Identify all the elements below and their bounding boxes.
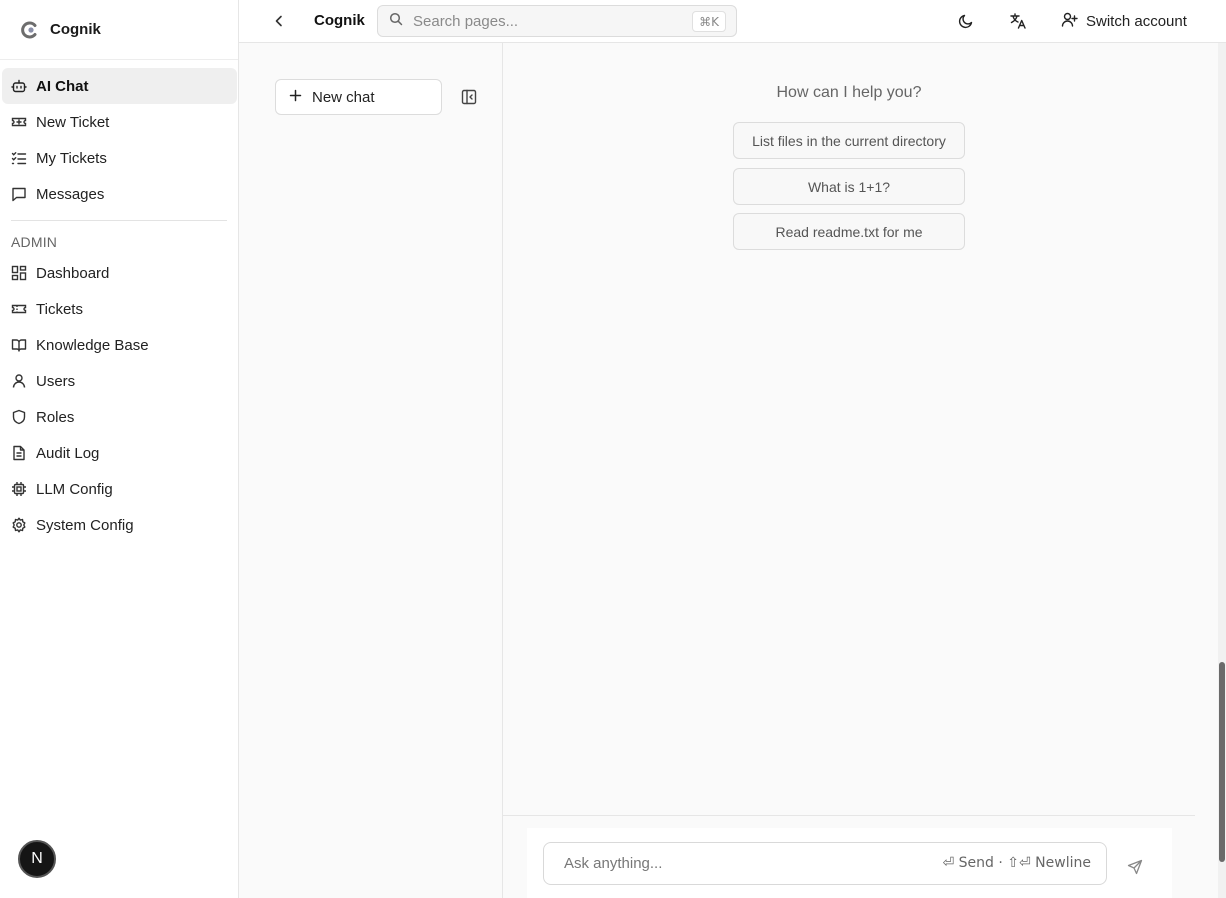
translate-icon[interactable] — [1008, 11, 1028, 31]
chat-input[interactable] — [564, 855, 924, 872]
sidebar-item-messages[interactable]: Messages — [2, 176, 237, 212]
switch-account-label: Switch account — [1086, 12, 1187, 30]
new-chat-label: New chat — [312, 88, 375, 106]
chat-main: How can I help you? List files in the cu… — [503, 43, 1226, 898]
shield-icon — [11, 409, 27, 425]
file-text-icon — [11, 445, 27, 461]
sidebar-item-label: Messages — [36, 185, 105, 203]
sidebar-item-label: My Tickets — [36, 149, 107, 167]
chat-list-panel: New chat — [239, 43, 503, 898]
sidebar-item-system-config[interactable]: System Config — [2, 507, 237, 543]
input-hint: ⏎ Send · ⇧⏎ Newline — [942, 855, 1091, 871]
cpu-icon — [11, 481, 27, 497]
sidebar: Cognik AI Chat New Ticket My Tickets Mes… — [0, 0, 239, 898]
sidebar-item-ai-chat[interactable]: AI Chat — [2, 68, 237, 104]
plus-icon — [289, 89, 302, 106]
search-icon — [389, 12, 403, 31]
search-input[interactable] — [413, 12, 673, 30]
page-title: Cognik — [314, 12, 365, 29]
moon-icon[interactable] — [956, 11, 976, 31]
list-checks-icon — [11, 150, 27, 166]
ticket-icon — [11, 301, 27, 317]
switch-account-button[interactable]: Switch account — [1061, 10, 1187, 32]
sidebar-item-llm-config[interactable]: LLM Config — [2, 471, 237, 507]
suggestion-button[interactable]: List files in the current directory — [733, 122, 965, 159]
sidebar-item-users[interactable]: Users — [2, 363, 237, 399]
sidebar-item-label: New Ticket — [36, 113, 110, 131]
cognik-logo-icon — [20, 20, 40, 40]
sidebar-item-tickets[interactable]: Tickets — [2, 291, 237, 327]
sidebar-divider — [11, 220, 227, 221]
sidebar-section-admin: ADMIN — [11, 234, 58, 250]
user-icon — [11, 373, 27, 389]
new-chat-button[interactable]: New chat — [275, 79, 442, 115]
gear-icon — [11, 517, 27, 533]
input-divider — [503, 815, 1195, 816]
suggestion-button[interactable]: What is 1+1? — [733, 168, 965, 205]
brand[interactable]: Cognik — [0, 0, 238, 60]
sidebar-item-knowledge-base[interactable]: Knowledge Base — [2, 327, 237, 363]
suggestion-button[interactable]: Read readme.txt for me — [733, 213, 965, 250]
sidebar-item-label: Dashboard — [36, 264, 110, 282]
panel-collapse-icon[interactable] — [460, 88, 478, 106]
sidebar-item-label: LLM Config — [36, 480, 113, 498]
sidebar-item-label: Tickets — [36, 300, 83, 318]
sidebar-item-roles[interactable]: Roles — [2, 399, 237, 435]
user-plus-icon — [1061, 11, 1078, 32]
sidebar-item-dashboard[interactable]: Dashboard — [2, 255, 237, 291]
sidebar-item-label: Audit Log — [36, 444, 100, 462]
sidebar-item-label: AI Chat — [36, 77, 89, 95]
dashboard-icon — [11, 265, 27, 281]
message-square-icon — [11, 186, 27, 202]
sidebar-item-my-tickets[interactable]: My Tickets — [2, 140, 237, 176]
sidebar-item-label: Knowledge Base — [36, 336, 149, 354]
bot-icon — [11, 78, 27, 94]
sidebar-nav: AI Chat New Ticket My Tickets Messages A… — [0, 68, 238, 543]
app-root: Cognik AI Chat New Ticket My Tickets Mes… — [0, 0, 1226, 898]
book-open-icon — [11, 337, 27, 353]
sidebar-item-new-ticket[interactable]: New Ticket — [2, 104, 237, 140]
sidebar-item-audit-log[interactable]: Audit Log — [2, 435, 237, 471]
send-icon[interactable] — [1123, 855, 1147, 879]
search-box[interactable]: ⌘K — [377, 5, 737, 37]
welcome-text: How can I help you? — [776, 84, 922, 101]
ticket-plus-icon — [11, 114, 27, 130]
chat-input-box[interactable]: ⏎ Send · ⇧⏎ Newline — [543, 842, 1107, 885]
avatar[interactable]: N — [18, 840, 56, 878]
scrollbar-thumb[interactable] — [1219, 662, 1225, 862]
sidebar-item-label: Users — [36, 372, 76, 390]
sidebar-item-label: Roles — [36, 408, 75, 426]
brand-name: Cognik — [50, 21, 101, 38]
chevron-left-icon[interactable] — [269, 11, 289, 31]
search-shortcut: ⌘K — [692, 11, 726, 32]
sidebar-item-label: System Config — [36, 516, 134, 534]
top-bar: Cognik ⌘K Switch account — [239, 0, 1226, 43]
